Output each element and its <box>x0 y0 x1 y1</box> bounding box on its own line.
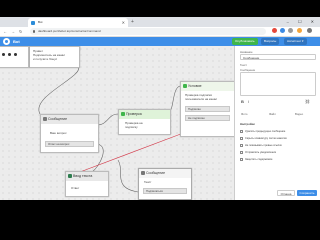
node-text: Текст <box>144 180 152 184</box>
node-title: Условие <box>188 84 202 88</box>
extension-icon[interactable] <box>288 28 293 33</box>
extension-icon[interactable] <box>280 28 285 33</box>
browser-tab[interactable]: Bot ✕ <box>28 18 128 27</box>
screen: Bot ✕ + – ☐ ✕ ← → ↻ dashboard.puzzlebot.… <box>0 0 320 240</box>
lock-icon <box>33 30 35 33</box>
italic-icon[interactable]: I <box>248 99 249 104</box>
option-checkbox[interactable] <box>240 130 243 133</box>
link-icon[interactable]: ⛓ <box>305 99 310 104</box>
node-header: Сообщение <box>139 169 191 178</box>
name-field[interactable]: Сообщение <box>240 54 316 60</box>
option-checkbox[interactable] <box>240 158 243 161</box>
browser-window: Bot ✕ + – ☐ ✕ ← → ↻ dashboard.puzzlebot.… <box>0 17 320 200</box>
flow-canvas[interactable]: Привет Подпишитесь на канал и получите б… <box>0 46 234 200</box>
file-button[interactable]: Файл <box>269 112 276 116</box>
tab-bar: Bot ✕ + – ☐ ✕ <box>0 17 320 27</box>
port-icon <box>8 53 11 56</box>
node-check[interactable]: Проверка Проверка на подписку <box>118 109 171 135</box>
option-checkbox[interactable] <box>240 151 243 154</box>
node-header: Условие <box>181 82 234 91</box>
node-title: Сообщение <box>48 117 68 121</box>
options-title: Настройки <box>240 122 255 126</box>
forward-button[interactable]: → <box>11 28 15 35</box>
cancel-button[interactable]: Отмена <box>277 190 295 196</box>
node-button[interactable]: Не подписан <box>185 115 230 121</box>
port-icon <box>14 53 17 56</box>
node-title: Ввод текста <box>73 174 93 178</box>
close-tab-icon[interactable]: ✕ <box>122 18 125 27</box>
node-button[interactable]: Подписан <box>185 106 230 112</box>
address-bar-row: ← → ↻ dashboard.puzzlebot.top/constructo… <box>0 27 320 37</box>
edge-line <box>96 113 119 126</box>
profile-avatar[interactable] <box>307 28 312 33</box>
condition-icon <box>183 84 187 88</box>
text-label: Текст <box>240 63 248 67</box>
check-icon <box>121 112 125 116</box>
message-text-area[interactable] <box>240 72 316 96</box>
message-icon <box>141 171 145 175</box>
node-title: Сообщение <box>146 171 166 175</box>
app-header: Bot Опубликовать Вопросы Ассистент ▾ <box>0 37 320 46</box>
account-menu[interactable]: Ассистент ▾ <box>284 38 307 45</box>
logo-icon[interactable] <box>3 38 10 45</box>
edge-line <box>38 65 79 115</box>
reload-button[interactable]: ↻ <box>19 28 22 35</box>
node-trigger[interactable] <box>0 46 29 68</box>
window-controls[interactable]: – ☐ ✕ <box>287 17 318 27</box>
input-icon <box>68 174 72 178</box>
properties-panel: Название Сообщение Текст Сообщение B I ⛓… <box>234 46 320 200</box>
new-tab-button[interactable]: + <box>131 18 134 27</box>
node-text: подписку <box>125 125 138 129</box>
node-header: Проверка <box>119 110 170 119</box>
url-field[interactable]: dashboard.puzzlebot.top/constructor/comm… <box>30 28 266 35</box>
node-text: Ваш вопрос <box>50 131 67 135</box>
node-condition[interactable]: Условие Проверка подписки пользователя н… <box>180 81 234 137</box>
option-checkbox[interactable] <box>240 137 243 140</box>
project-name: Bot <box>13 39 20 44</box>
option-label: Скрыть клавиатуру после нажатия <box>245 137 287 140</box>
node-message-a[interactable]: Привет Подпишитесь на канал и получите б… <box>29 46 80 68</box>
photo-button[interactable]: Фото <box>241 112 247 116</box>
help-button[interactable]: Вопросы <box>261 38 280 45</box>
node-message-b[interactable]: Сообщение Ваш вопрос Ответ на вопрос <box>40 114 99 153</box>
option-label: Не показывать превью ссылок <box>245 144 282 147</box>
back-button[interactable]: ← <box>3 28 7 35</box>
option-label: Отправлять уведомления <box>245 151 277 154</box>
url-text: dashboard.puzzlebot.top/constructor/comm… <box>38 29 101 33</box>
node-text: Ответ <box>71 186 80 190</box>
letterbox-bottom <box>0 200 320 217</box>
extension-icon[interactable] <box>297 28 302 33</box>
node-title: Проверка <box>126 112 142 116</box>
edge-line <box>117 159 139 193</box>
node-header: Ввод текста <box>66 172 108 181</box>
port-icon <box>2 53 5 56</box>
node-text: и получите бонус <box>33 57 58 61</box>
node-text: пользователя на канал <box>185 97 218 101</box>
video-button[interactable]: Видео <box>295 112 303 116</box>
publish-button[interactable]: Опубликовать <box>232 38 258 45</box>
save-button[interactable]: Сохранить <box>297 190 317 196</box>
option-checkbox[interactable] <box>240 144 243 147</box>
extension-icon[interactable] <box>272 28 277 33</box>
favicon-icon <box>31 21 35 25</box>
option-label: Удалить предыдущее сообщение <box>245 130 286 133</box>
node-button[interactable]: Ответ на вопрос <box>45 141 94 147</box>
node-input[interactable]: Ввод текста Ответ <box>65 171 109 197</box>
message-icon <box>43 117 47 121</box>
node-header: Сообщение <box>41 115 98 124</box>
tab-title: Bot <box>38 20 43 24</box>
edge-line <box>168 85 181 112</box>
bold-icon[interactable]: B <box>241 99 244 104</box>
node-message-e[interactable]: Сообщение Текст Подписаться <box>138 168 192 200</box>
node-button[interactable]: Подписаться <box>143 188 187 194</box>
option-label: Защитить содержимое <box>245 158 273 161</box>
